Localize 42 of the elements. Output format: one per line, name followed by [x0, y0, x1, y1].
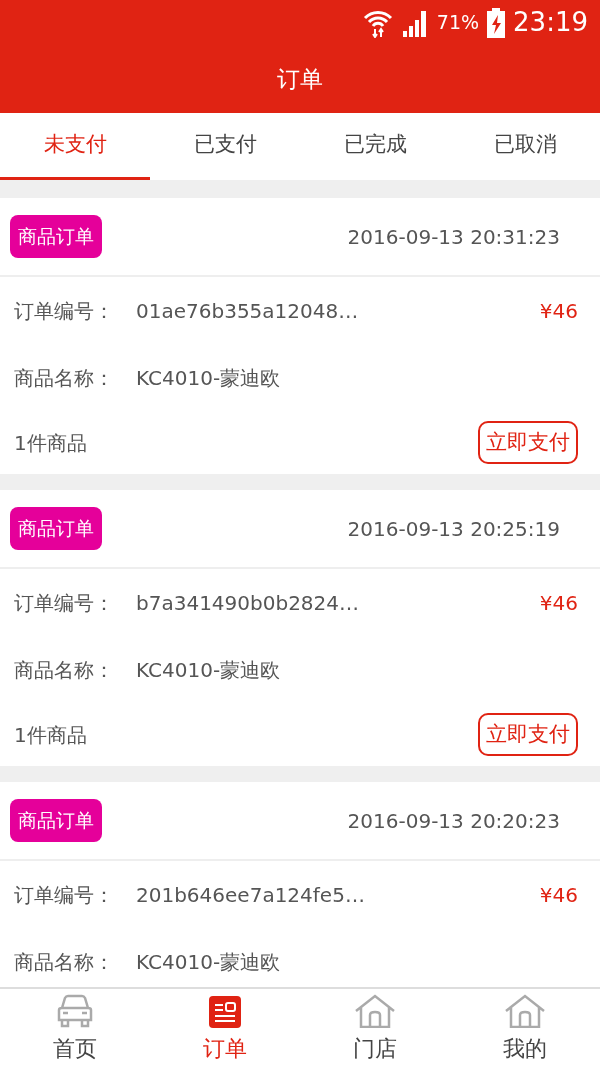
nav-tab[interactable]: 首页	[0, 989, 150, 1067]
order-list-icon	[209, 996, 241, 1028]
order-time: 2016-09-13 20:31:23	[347, 223, 560, 251]
product-name-label: 商品名称：	[14, 949, 114, 976]
order-type-tag: 商品订单	[10, 215, 102, 258]
product-name-label: 商品名称：	[14, 657, 114, 684]
order-number: 201b646ee7a124fe5…	[136, 882, 366, 909]
clock: 23:19	[513, 6, 588, 39]
item-count: 1件商品	[14, 721, 87, 749]
pay-now-button[interactable]: 立即支付	[478, 420, 578, 465]
tab[interactable]: 已完成	[300, 113, 450, 180]
tab[interactable]: 未支付	[0, 113, 150, 180]
battery-percent: 71%	[436, 10, 480, 36]
window-title: 订单	[277, 64, 323, 94]
order-number-label: 订单编号：	[14, 882, 114, 909]
tab[interactable]: 已支付	[150, 113, 300, 180]
nav-tab[interactable]: 订单	[150, 989, 300, 1067]
pay-now-button[interactable]: 立即支付	[478, 712, 578, 757]
order-number-label: 订单编号：	[14, 590, 114, 617]
order-type-tag: 商品订单	[10, 507, 102, 550]
battery-charging-icon	[487, 7, 506, 38]
product-name: KC4010-蒙迪欧	[136, 657, 282, 684]
product-name: KC4010-蒙迪欧	[136, 949, 282, 976]
nav-tab[interactable]: 门店	[300, 989, 450, 1067]
price: ¥46	[539, 882, 578, 909]
order-time: 2016-09-13 20:20:23	[347, 807, 560, 835]
tab[interactable]: 已取消	[450, 113, 600, 180]
order-type-tag: 商品订单	[10, 799, 102, 842]
order-number-label: 订单编号：	[14, 298, 114, 325]
house-icon	[354, 994, 396, 1028]
house-icon	[504, 994, 546, 1028]
order-number: 01ae76b355a12048…	[136, 298, 360, 325]
product-name-label: 商品名称：	[14, 365, 114, 392]
item-count: 1件商品	[14, 429, 87, 457]
price: ¥46	[539, 590, 578, 617]
car-icon	[56, 994, 94, 1028]
signal-icon	[400, 8, 429, 37]
product-name: KC4010-蒙迪欧	[136, 365, 282, 392]
price: ¥46	[539, 298, 578, 325]
order-number: b7a341490b0b2824…	[136, 590, 361, 617]
order-time: 2016-09-13 20:25:19	[347, 515, 560, 543]
nav-tab[interactable]: 我的	[450, 989, 600, 1067]
